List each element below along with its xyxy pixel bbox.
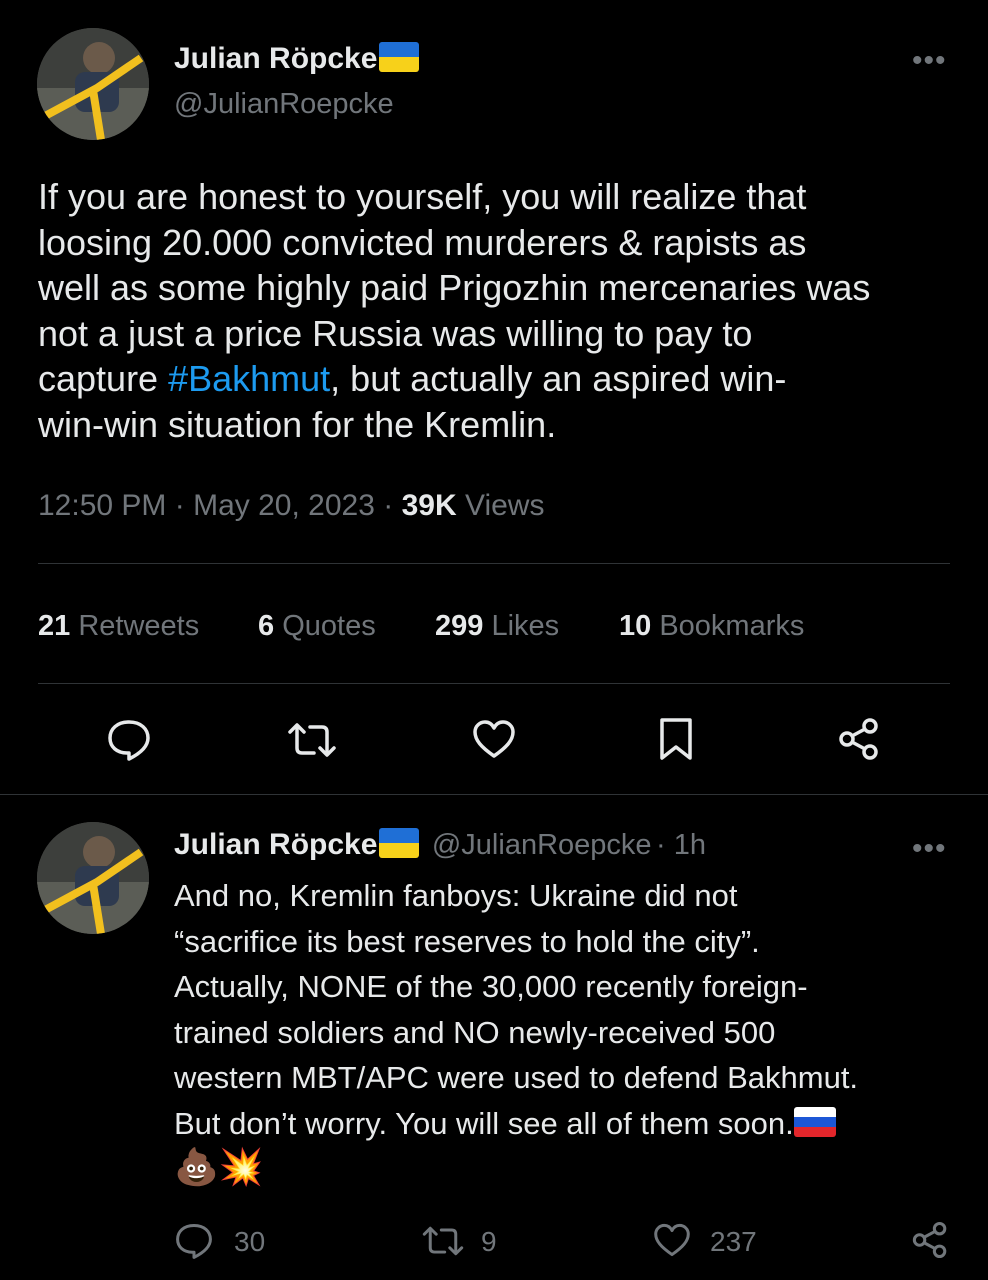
hashtag-link[interactable]: #Bakhmut [168, 358, 330, 399]
ukraine-flag-icon [379, 42, 420, 72]
divider [38, 683, 950, 684]
ukraine-flag-icon [379, 828, 420, 858]
reply-reply-icon[interactable] [174, 1222, 214, 1260]
reply-icon[interactable] [106, 718, 152, 762]
share-icon[interactable] [836, 716, 882, 762]
tweet-date[interactable]: May 20, 2023 [193, 489, 375, 522]
likes-stat[interactable]: 299 Likes [435, 610, 559, 643]
quotes-stat[interactable]: 6 Quotes [258, 610, 376, 643]
tweet-meta: 12:50 PM · May 20, 2023 · 39K Views [38, 489, 545, 522]
reply-text: And no, Kremlin fanboys: Ukraine did not… [174, 878, 859, 1141]
bookmarks-stat[interactable]: 10 Bookmarks [619, 610, 804, 643]
reply-more-options-icon[interactable]: ••• [912, 832, 947, 866]
retweets-stat[interactable]: 21 Retweets [38, 610, 199, 643]
reply-emojis: 💩💥 [174, 1147, 264, 1188]
divider [38, 563, 950, 564]
reply-author-avatar[interactable] [37, 822, 149, 934]
tweet-text: If you are honest to yourself, you will … [38, 176, 871, 445]
reply-age[interactable]: · 1h [656, 829, 706, 861]
author-name[interactable]: Julian Röpcke [174, 42, 420, 76]
like-count: 237 [710, 1226, 757, 1257]
tweet-time[interactable]: 12:50 PM [38, 489, 166, 522]
reply-header: Julian Röpcke @JulianRoepcke · 1h [174, 828, 706, 862]
reply-share-icon[interactable] [910, 1220, 950, 1260]
like-icon[interactable] [471, 718, 517, 760]
views-label: Views [464, 489, 545, 522]
author-avatar[interactable] [37, 28, 149, 140]
reply-retweet-icon[interactable] [420, 1224, 466, 1258]
views-count: 39K [401, 489, 457, 522]
reply-author-handle[interactable]: @JulianRoepcke [432, 829, 652, 861]
retweet-icon[interactable] [286, 720, 338, 760]
russia-flag-icon [793, 1106, 836, 1137]
more-options-icon[interactable]: ••• [912, 44, 947, 78]
reply-count: 30 [234, 1226, 266, 1257]
author-handle[interactable]: @JulianRoepcke [174, 88, 394, 121]
retweet-count: 9 [481, 1226, 497, 1257]
bookmark-icon[interactable] [657, 716, 695, 762]
divider [0, 794, 988, 795]
reply-like-icon[interactable] [652, 1222, 692, 1258]
reply-author-name[interactable]: Julian Röpcke [174, 828, 420, 861]
